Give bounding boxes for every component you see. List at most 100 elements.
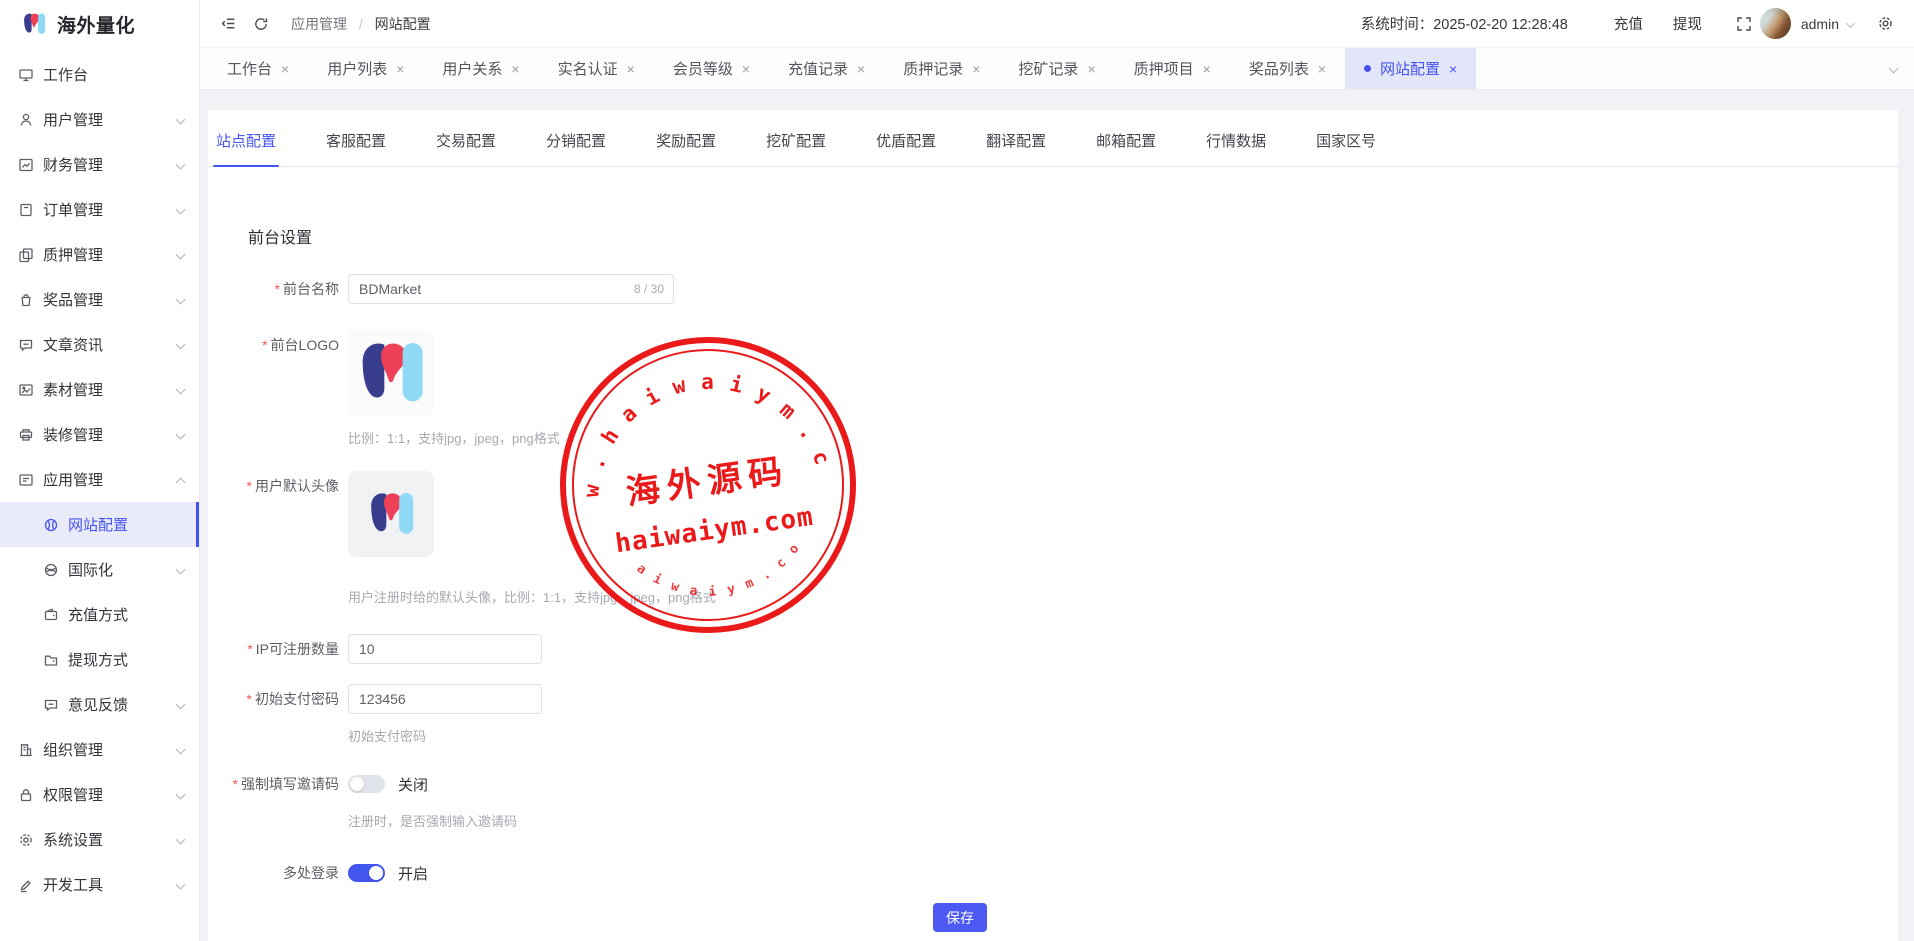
- settings-gear-icon[interactable]: [1877, 15, 1894, 32]
- tabbar-more-chevron[interactable]: [1872, 48, 1914, 89]
- avatar[interactable]: [1760, 8, 1791, 39]
- close-icon[interactable]: ×: [972, 62, 980, 76]
- sidebar-item-assets[interactable]: 素材管理: [0, 367, 199, 412]
- tab-label: 用户列表: [327, 58, 387, 79]
- chevron-down-icon: [175, 160, 185, 170]
- save-button[interactable]: 保存: [933, 903, 987, 932]
- close-icon[interactable]: ×: [627, 62, 635, 76]
- sidebar-item-articles[interactable]: 文章资讯: [0, 322, 199, 367]
- page-tab-mining-records[interactable]: 挖矿记录 ×: [999, 48, 1114, 89]
- sidebar-item-finance[interactable]: 财务管理: [0, 142, 199, 187]
- pay-password-input[interactable]: [348, 684, 542, 714]
- chevron-down-icon: [175, 430, 185, 440]
- sidebar-item-organization[interactable]: 组织管理: [0, 727, 199, 772]
- tab-mining-config[interactable]: 挖矿配置: [766, 130, 826, 166]
- sidebar-item-decoration[interactable]: 装修管理: [0, 412, 199, 457]
- refresh-icon[interactable]: [253, 16, 269, 32]
- bag-icon: [18, 292, 34, 308]
- sidebar-item-workbench[interactable]: 工作台: [0, 52, 199, 97]
- sidebar-item-label: 文章资讯: [43, 334, 175, 355]
- sidebar-item-prizes[interactable]: 奖品管理: [0, 277, 199, 322]
- sidebar-item-dev-tools[interactable]: 开发工具: [0, 862, 199, 907]
- tab-reward-config[interactable]: 奖励配置: [656, 130, 716, 166]
- sidebar-item-applications[interactable]: 应用管理: [0, 457, 199, 502]
- page-tab-user-relations[interactable]: 用户关系×: [423, 48, 538, 89]
- multi-login-toggle[interactable]: [348, 864, 385, 882]
- fullscreen-icon[interactable]: [1736, 16, 1752, 32]
- page-tab-prize-list[interactable]: 奖品列表 ×: [1230, 48, 1345, 89]
- ip-limit-input[interactable]: [348, 634, 542, 664]
- tab-ushield-config[interactable]: 优盾配置: [876, 130, 936, 166]
- brand-logo-icon: [20, 10, 48, 38]
- sidebar-item-site-config[interactable]: 网站配置: [0, 502, 199, 547]
- config-tabs: 站点配置 客服配置 交易配置 分销配置 奖励配置 挖矿配置 优盾配置 翻译配置 …: [208, 110, 1898, 167]
- recharge-link[interactable]: 充值: [1614, 13, 1643, 34]
- tab-label: 奖品列表: [1249, 58, 1309, 79]
- sidebar-item-users[interactable]: 用户管理: [0, 97, 199, 142]
- brand[interactable]: 海外量化: [0, 0, 199, 48]
- form-row-site-name: *前台名称 8 / 30: [208, 274, 1898, 304]
- form-row-pay-password: *初始支付密码 初始支付密码: [208, 684, 1898, 745]
- breadcrumb-section[interactable]: 应用管理: [291, 16, 347, 32]
- close-icon[interactable]: ×: [857, 62, 865, 76]
- invite-code-toggle[interactable]: [348, 775, 385, 793]
- sidebar-item-i18n[interactable]: 国际化: [0, 547, 199, 592]
- tab-site-config[interactable]: 站点配置: [216, 130, 276, 166]
- withdraw-link[interactable]: 提现: [1673, 13, 1702, 34]
- sidebar-item-withdraw-method[interactable]: 提现方式: [0, 637, 199, 682]
- default-avatar-upload[interactable]: [348, 471, 434, 557]
- page-tab-kyc[interactable]: 实名认证×: [539, 48, 654, 89]
- form-row-default-avatar: *用户默认头像 用户注册时给的默认头像，比例：1:1，支持jpg，jpeg，pn…: [208, 471, 1898, 606]
- required-asterisk: *: [247, 691, 252, 707]
- tab-label: 质押项目: [1134, 58, 1194, 79]
- page-tab-user-list[interactable]: 用户列表 ×: [308, 48, 423, 89]
- chevron-down-icon[interactable]: [1846, 19, 1855, 28]
- tab-distribution-config[interactable]: 分销配置: [546, 130, 606, 166]
- sidebar-item-system-settings[interactable]: 系统设置: [0, 817, 199, 862]
- brand-name: 海外量化: [57, 11, 135, 38]
- close-icon[interactable]: ×: [1449, 62, 1457, 76]
- close-icon[interactable]: ×: [396, 62, 404, 76]
- page-tab-workbench[interactable]: 工作台×: [208, 48, 308, 89]
- tab-translation-config[interactable]: 翻译配置: [986, 130, 1046, 166]
- tab-customer-service-config[interactable]: 客服配置: [326, 130, 386, 166]
- sidebar-item-pledge[interactable]: 质押管理: [0, 232, 199, 277]
- site-logo-image: [351, 333, 431, 413]
- chevron-down-icon: [175, 880, 185, 890]
- close-icon[interactable]: ×: [511, 62, 519, 76]
- page-tabbar: 工作台× 用户列表 × 用户关系× 实名认证× 会员等级 × 充值记录 × 质押记录×…: [200, 48, 1914, 90]
- user-icon: [18, 112, 34, 128]
- page-tab-recharge-records[interactable]: 充值记录 ×: [769, 48, 884, 89]
- site-name-input[interactable]: [348, 274, 674, 304]
- field-label: *用户默认头像: [208, 471, 348, 606]
- tab-email-config[interactable]: 邮箱配置: [1096, 130, 1156, 166]
- close-icon[interactable]: ×: [281, 62, 289, 76]
- sidebar-item-label: 装修管理: [43, 424, 175, 445]
- sidebar-item-feedback[interactable]: 意见反馈: [0, 682, 199, 727]
- sidebar-item-orders[interactable]: 订单管理: [0, 187, 199, 232]
- sidebar-item-permissions[interactable]: 权限管理: [0, 772, 199, 817]
- logo-upload[interactable]: [348, 330, 434, 416]
- close-icon[interactable]: ×: [1318, 62, 1326, 76]
- required-asterisk: *: [247, 641, 252, 657]
- close-icon[interactable]: ×: [742, 62, 750, 76]
- close-icon[interactable]: ×: [1087, 62, 1095, 76]
- sidebar-item-recharge-method[interactable]: 充值方式: [0, 592, 199, 637]
- collapse-sidebar-icon[interactable]: [220, 15, 237, 32]
- tab-label: 挖矿记录: [1018, 58, 1078, 79]
- monitor-icon: [18, 67, 34, 83]
- page-tab-member-level[interactable]: 会员等级 ×: [654, 48, 769, 89]
- field-label: *前台LOGO: [208, 330, 348, 447]
- page-tab-site-config[interactable]: 网站配置×: [1345, 48, 1476, 89]
- tab-trade-config[interactable]: 交易配置: [436, 130, 496, 166]
- breadcrumb-page: 网站配置: [375, 16, 431, 32]
- username[interactable]: admin: [1801, 16, 1839, 32]
- tab-country-codes[interactable]: 国家区号: [1316, 130, 1376, 166]
- tab-label: 充值记录: [788, 58, 848, 79]
- tab-label: 会员等级: [673, 58, 733, 79]
- close-icon[interactable]: ×: [1203, 62, 1211, 76]
- tab-market-data[interactable]: 行情数据: [1206, 130, 1266, 166]
- page-tab-pledge-records[interactable]: 质押记录×: [884, 48, 999, 89]
- logo-hint: 比例：1:1，支持jpg，jpeg，png格式: [348, 428, 560, 447]
- page-tab-pledge-projects[interactable]: 质押项目 ×: [1115, 48, 1230, 89]
